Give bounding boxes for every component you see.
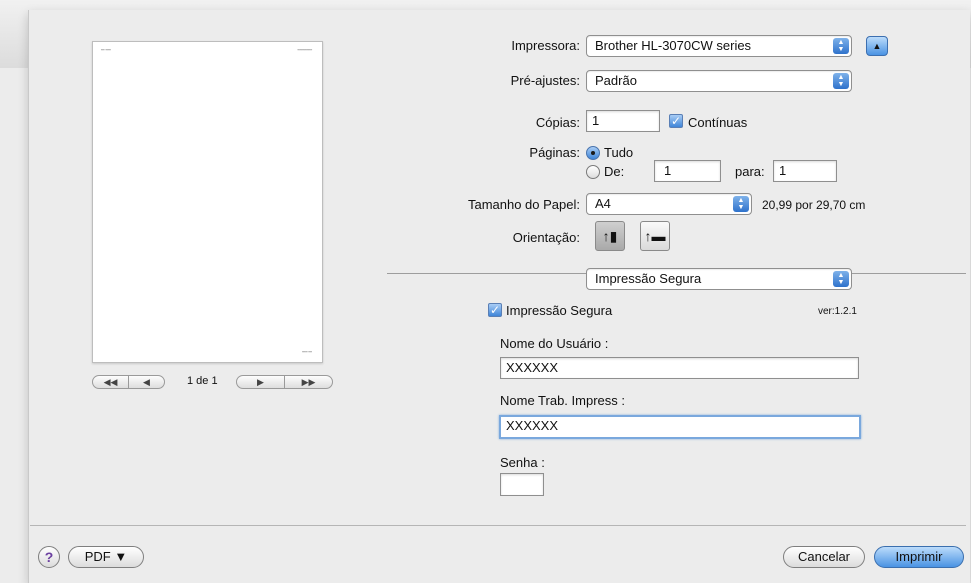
secure-print-checkbox[interactable]: ✓ [488,303,502,317]
pages-range-radio[interactable] [586,165,600,179]
printer-label: Impressora: [511,38,580,53]
preview-back-buttons[interactable]: ◀◀ ◀ [92,375,165,389]
cancel-button[interactable]: Cancelar [783,546,865,568]
pages-from-label: De: [604,164,625,179]
print-button[interactable]: Imprimir [874,546,964,568]
username-input[interactable]: XXXXXX [500,357,859,379]
password-input[interactable] [500,473,544,496]
job-name-label: Nome Trab. Impress : [500,393,625,408]
password-label: Senha : [500,455,545,470]
paper-size-label: Tamanho do Papel: [467,197,580,212]
popup-arrows-icon: ▲ ▼ [833,73,849,89]
popup-arrows-icon: ▲ ▼ [833,271,849,287]
next-page-icon[interactable]: ▶ [237,376,284,388]
pages-all-radio[interactable] [586,146,600,160]
collated-checkbox[interactable]: ✓ [669,114,683,128]
pages-label: Páginas: [529,145,580,160]
collated-label: Contínuas [688,115,748,130]
portrait-icon: ↑▮ [602,228,618,244]
help-button[interactable]: ? [38,546,60,568]
pdf-menu-button[interactable]: PDF ▼ [68,546,144,568]
username-label: Nome do Usuário : [500,336,609,351]
section-select[interactable]: Impressão Segura ▲ ▼ [586,268,852,290]
version-label: ver:1.2.1 [818,306,857,317]
job-name-input[interactable]: XXXXXX [499,415,861,439]
paper-dimensions: 20,99 por 29,70 cm [762,198,866,212]
landscape-orientation-button[interactable]: ↑▬ [640,221,670,251]
pages-from-input[interactable]: 1 [654,160,721,182]
copies-input[interactable]: 1 [586,110,660,132]
presets-value: Padrão [595,73,637,88]
pages-all-label: Tudo [604,145,634,160]
popup-arrows-icon: ▲ ▼ [833,38,849,54]
section-divider [387,273,586,274]
collapse-details-button[interactable]: ▲ [866,36,888,56]
orientation-label: Orientação: [512,230,580,245]
copies-label: Cópias: [535,115,580,130]
preview-forward-buttons[interactable]: ▶ ▶▶ [236,375,333,389]
prev-page-icon[interactable]: ◀ [128,376,164,388]
first-page-icon[interactable]: ◀◀ [93,376,128,388]
section-divider [852,273,966,274]
pages-to-label: para: [735,164,765,179]
presets-select[interactable]: Padrão ▲ ▼ [586,70,852,92]
printer-select[interactable]: Brother HL-3070CW series ▲ ▼ [586,35,852,57]
section-value: Impressão Segura [595,271,702,286]
portrait-orientation-button[interactable]: ↑▮ [595,221,625,251]
page-preview: ━━ ━━━ ━━━━━━━━ ━━━ ━━ [92,41,323,363]
presets-label: Pré-ajustes: [510,73,580,88]
footer-divider [30,525,966,526]
printer-value: Brother HL-3070CW series [595,38,752,53]
paper-size-value: A4 [595,196,611,211]
paper-size-select[interactable]: A4 ▲ ▼ [586,193,752,215]
page-indicator: 1 de 1 [187,375,218,387]
popup-arrows-icon: ▲ ▼ [733,196,749,212]
secure-print-label: Impressão Segura [506,303,613,318]
last-page-icon[interactable]: ▶▶ [284,376,332,388]
pages-to-input[interactable]: 1 [773,160,837,182]
landscape-icon: ↑▬ [644,228,666,244]
